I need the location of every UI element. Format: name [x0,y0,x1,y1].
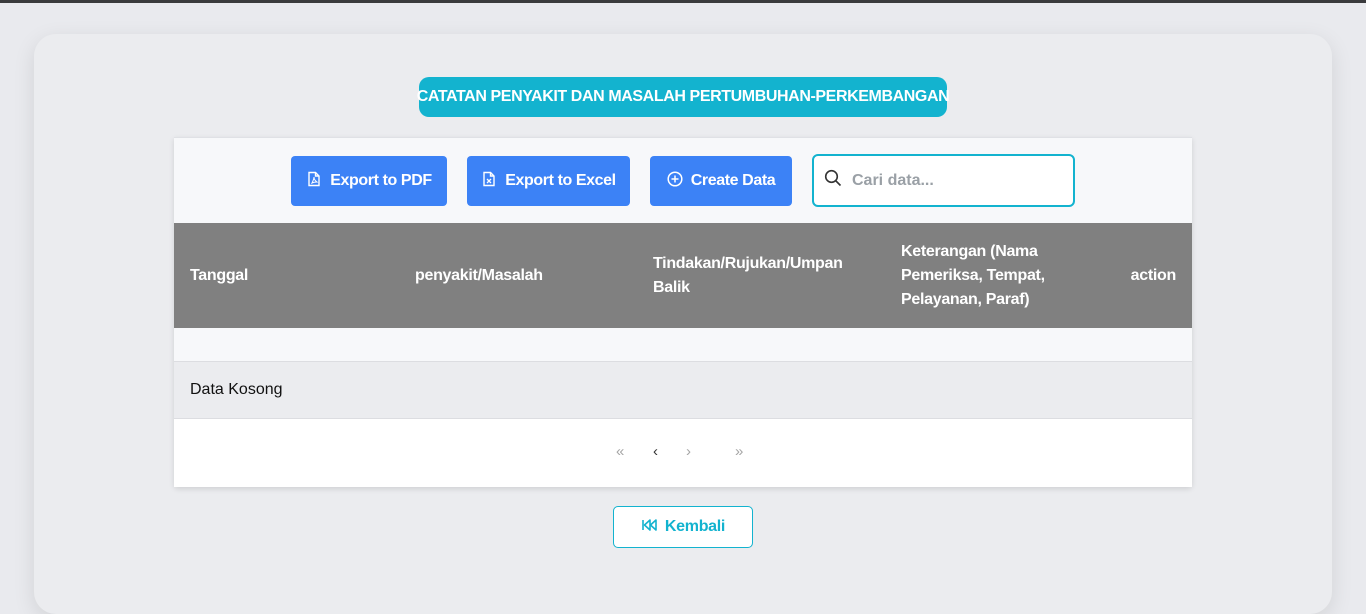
table-toolbar: Export to PDF Export to Excel Create Dat… [174,138,1192,223]
table-row-spacer [174,328,1192,362]
back-button[interactable]: Kembali [613,506,753,548]
file-pdf-icon [306,171,322,192]
search-box [812,154,1075,207]
column-header-tindakan: Tindakan/Rujukan/Umpan Balik [653,254,843,296]
search-input[interactable] [850,170,1064,191]
create-data-button[interactable]: Create Data [650,156,792,206]
last-page-button[interactable]: » [735,443,743,460]
page-title: CATATAN PENYAKIT DAN MASALAH PERTUMBUHAN… [417,77,950,117]
data-table-panel: Export to PDF Export to Excel Create Dat… [174,137,1192,487]
file-excel-icon [481,171,497,192]
export-pdf-label: Export to PDF [330,172,432,189]
search-icon [814,169,842,192]
first-page-button[interactable]: « [616,443,624,460]
column-header-tanggal: Tanggal [190,266,249,284]
rewind-icon [641,516,659,539]
column-header-action: action [1130,266,1177,284]
export-pdf-button[interactable]: Export to PDF [291,156,447,206]
export-excel-label: Export to Excel [505,172,616,189]
table-row-empty: Data Kosong [174,362,1192,419]
column-header-penyakit: penyakit/Masalah [415,266,543,284]
create-data-label: Create Data [690,172,776,189]
plus-circle-icon [667,170,683,192]
previous-page-button[interactable]: ‹ [653,443,658,460]
back-label: Kembali [664,518,726,535]
window-top-border [0,0,1366,3]
empty-message: Data Kosong [190,381,283,398]
table-header: Tanggal penyakit/Masalah Tindakan/Rujuka… [174,223,1192,328]
next-page-button[interactable]: › [686,443,691,460]
export-excel-button[interactable]: Export to Excel [467,156,630,206]
column-header-keterangan: Keterangan (Nama Pemeriksa, Tempat, Pela… [901,242,1045,308]
pagination: « ‹ › » [174,419,1192,487]
